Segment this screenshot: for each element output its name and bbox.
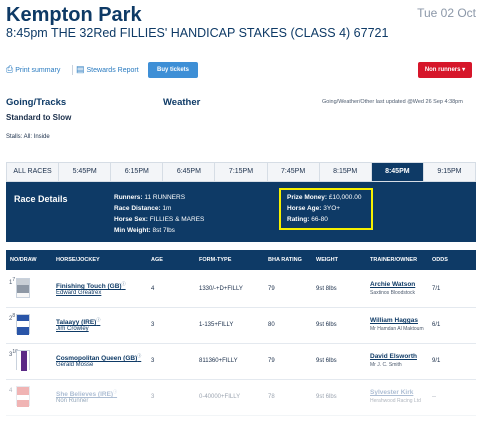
- tab-545pm[interactable]: 5:45PM: [59, 163, 112, 181]
- col-form-type: FORM-TYPE: [199, 257, 232, 263]
- going-value: Standard to Slow: [6, 113, 72, 122]
- venue-title: Kempton Park: [6, 4, 142, 26]
- trainer-link[interactable]: Sylvester Kirk: [370, 389, 413, 396]
- col-no-draw: NO/DRAW: [10, 257, 37, 263]
- age-cell: 3: [151, 358, 155, 364]
- owner-text: Mr J. C. Smith: [370, 362, 402, 368]
- tab-645pm[interactable]: 6:45PM: [163, 163, 216, 181]
- jockey-link[interactable]: Edward Greatrex: [56, 290, 101, 296]
- age-cell: 3: [151, 322, 155, 328]
- info-icon: ⓘ: [121, 281, 126, 286]
- min-weight-value: 8st 7lbs: [152, 227, 175, 234]
- jockey-silks-icon: [16, 314, 30, 335]
- bha-cell: 79: [268, 358, 275, 364]
- tab-all-races[interactable]: ALL RACES: [7, 163, 60, 181]
- form-cell: 1330/-+D+FILLY: [199, 286, 243, 292]
- tab-745pm[interactable]: 7:45PM: [267, 163, 320, 181]
- trainer-link[interactable]: Archie Watson: [370, 281, 415, 288]
- runner-number: 4: [9, 388, 13, 394]
- race-title: 8:45pm THE 32Red FILLIES' HANDICAP STAKE…: [6, 26, 389, 40]
- col-bha-rating: BHA RATING: [268, 257, 302, 263]
- form-cell: 1-135+FILLY: [199, 322, 234, 328]
- jockey-text: Gerald Mosse: [56, 362, 94, 368]
- jockey-link[interactable]: Jim Crowley: [56, 326, 89, 332]
- print-summary-link[interactable]: ⎙ Print summary: [6, 64, 60, 75]
- tab-615pm[interactable]: 6:15PM: [111, 163, 164, 181]
- form-cell: 0-40000+FILLY: [199, 394, 241, 400]
- runner-number: 17: [9, 277, 16, 286]
- info-icon: ⓘ: [113, 389, 118, 394]
- tab-845pm[interactable]: 8:45PM: [371, 163, 424, 181]
- non-runner-text: Non Runner: [56, 398, 89, 404]
- odds-cell[interactable]: 7/1: [432, 286, 440, 292]
- info-icon: ⓘ: [137, 353, 142, 358]
- tab-715pm[interactable]: 7:15PM: [215, 163, 268, 181]
- age-cell: 4: [151, 286, 155, 292]
- col-odds: ODDS: [432, 257, 448, 263]
- bha-cell: 79: [268, 286, 275, 292]
- table-row[interactable]: 28 Talaayy (IRE)ⓘ Jim Crowley 3 1-135+FI…: [6, 308, 476, 344]
- weight-cell: 9st 6lbs: [316, 358, 337, 364]
- race-details-panel: Race Details Runners: 11 RUNNERS Race Di…: [6, 182, 476, 242]
- printer-icon: ⎙: [6, 64, 14, 74]
- stalls-info: Stalls: All: Inside: [6, 134, 50, 140]
- non-runners-button[interactable]: Non runners ▾: [418, 62, 472, 78]
- last-updated-text: Going/Weather/Other last updated @Wed 26…: [322, 99, 463, 105]
- weight-cell: 9st 6lbs: [316, 322, 337, 328]
- bha-cell: 78: [268, 394, 275, 400]
- owner-text: Mr Hamdan Al Maktoum: [370, 326, 424, 332]
- horse-name-link[interactable]: Talaayy (IRE)ⓘ: [56, 317, 100, 326]
- odds-cell[interactable]: 6/1: [432, 322, 440, 328]
- tab-915pm[interactable]: 9:15PM: [423, 163, 475, 181]
- info-icon: ⓘ: [96, 317, 101, 322]
- tab-815pm[interactable]: 8:15PM: [319, 163, 372, 181]
- table-row[interactable]: 310 Cosmopolitan Queen (GB)ⓘ Gerald Moss…: [6, 344, 476, 380]
- table-row[interactable]: 4 She Believes (IRE)ⓘ Non Runner 3 0-400…: [6, 380, 476, 416]
- page-header: Kempton Park: [6, 4, 476, 27]
- race-details-title: Race Details: [14, 194, 68, 204]
- weight-cell: 9st 8lbs: [316, 286, 337, 292]
- action-bar: ⎙ Print summary ▤ Stewards Report Buy tick…: [6, 62, 476, 80]
- highlight-box: [279, 188, 373, 230]
- race-details-left: Runners: 11 RUNNERS Race Distance: 1m Ho…: [114, 194, 205, 234]
- owner-text: Saxtinos Bloodstock: [370, 290, 416, 296]
- form-cell: 811360+FILLY: [199, 358, 238, 364]
- horse-name-link[interactable]: Cosmopolitan Queen (GB)ⓘ: [56, 353, 141, 362]
- trainer-link[interactable]: David Elsworth: [370, 353, 417, 360]
- col-age: AGE: [151, 257, 163, 263]
- trainer-link[interactable]: William Haggas: [370, 317, 418, 324]
- divider: [72, 65, 73, 75]
- race-tabs: ALL RACES 5:45PM 6:15PM 6:45PM 7:15PM 7:…: [6, 162, 476, 182]
- odds-cell[interactable]: 9/1: [432, 358, 440, 364]
- table-row[interactable]: 17 Finishing Touch (GB)ⓘ Edward Greatrex…: [6, 272, 476, 308]
- runner-number: 28: [9, 313, 16, 322]
- going-label: Going/Tracks: [6, 97, 67, 108]
- runners-value: 11 RUNNERS: [144, 194, 186, 201]
- race-date: Tue 02 Oct: [417, 6, 476, 20]
- chevron-down-icon: ▾: [462, 67, 466, 73]
- odds-cell: --: [432, 394, 436, 400]
- owner-text: Herahwood Racing Ltd: [370, 398, 421, 404]
- bha-cell: 80: [268, 322, 275, 328]
- horse-name-link[interactable]: She Believes (IRE)ⓘ: [56, 389, 117, 398]
- age-cell: 3: [151, 394, 155, 400]
- jockey-silks-icon: [16, 278, 30, 298]
- weight-cell: 9st 6lbs: [316, 394, 337, 400]
- jockey-silks-icon: [16, 350, 30, 371]
- jockey-silks-icon: [16, 386, 30, 407]
- document-icon: ▤: [76, 64, 85, 74]
- horse-name-link[interactable]: Finishing Touch (GB)ⓘ: [56, 281, 126, 290]
- stewards-report-link[interactable]: ▤ Stewards Report: [76, 64, 139, 75]
- col-horse-jockey: HORSE/JOCKEY: [56, 257, 100, 263]
- sex-value: FILLIES & MARES: [149, 216, 205, 223]
- col-weight: WEIGHT: [316, 257, 338, 263]
- runners-table-header: NO/DRAW HORSE/JOCKEY AGE FORM-TYPE BHA R…: [6, 250, 476, 270]
- buy-tickets-button[interactable]: Buy tickets: [148, 62, 198, 78]
- distance-value: 1m: [162, 205, 172, 212]
- weather-label: Weather: [163, 97, 201, 108]
- col-trainer-owner: TRAINER/OWNER: [370, 257, 418, 263]
